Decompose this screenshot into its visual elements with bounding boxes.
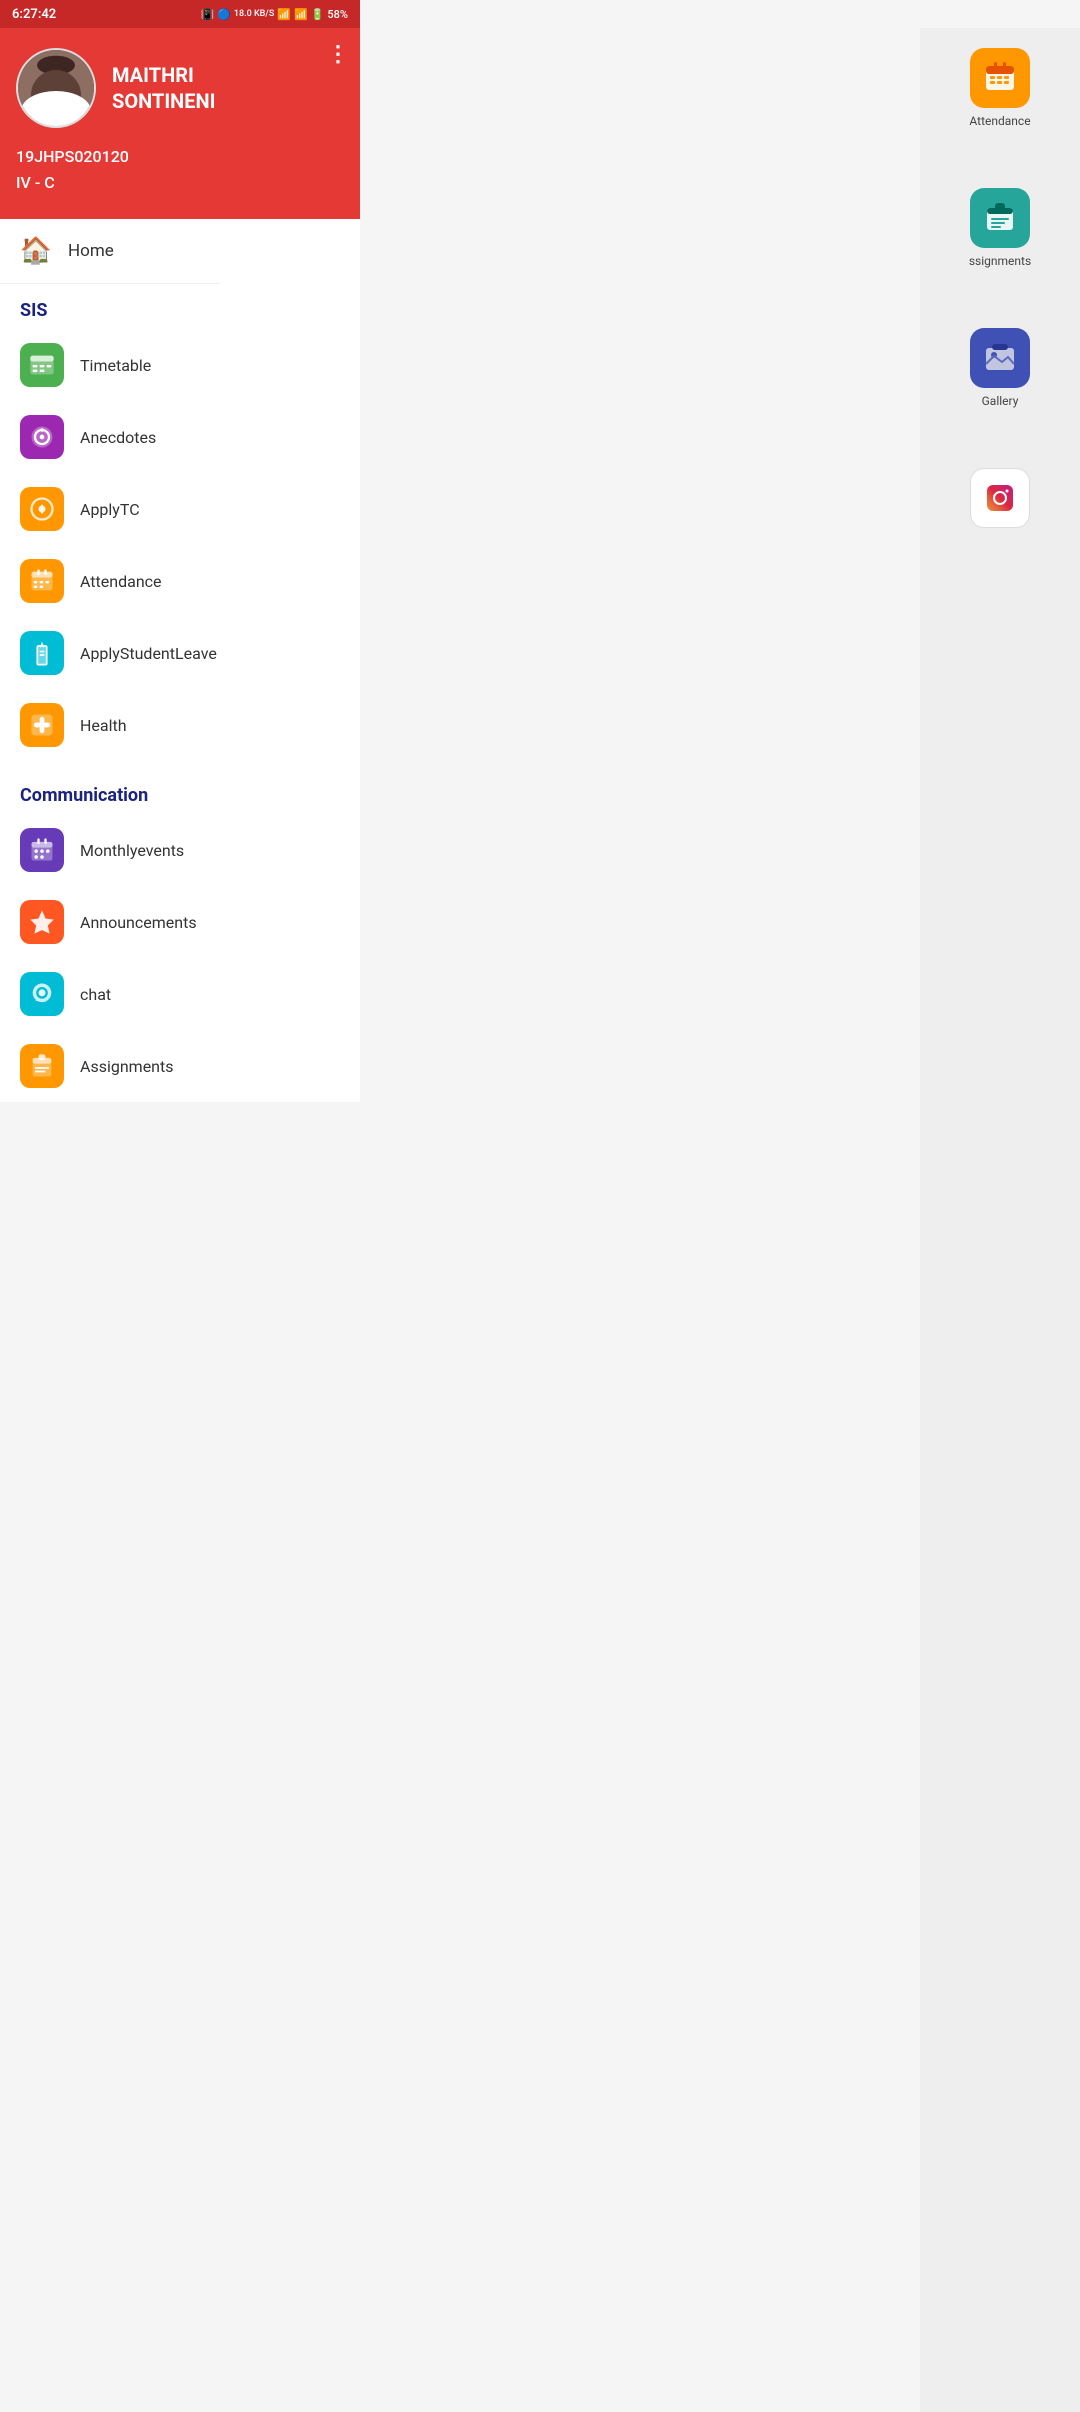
assignments-nav-item[interactable]: Assignments xyxy=(0,1030,220,1102)
assignments-bg-label: ssignments xyxy=(969,254,1031,268)
profile-name-line1: MAITHRI xyxy=(112,62,216,88)
profile-top: MAITHRI SONTINENI xyxy=(16,48,344,128)
chat-icon xyxy=(20,972,64,1016)
monthlyevents-icon-svg xyxy=(28,836,56,864)
main-content: 🏠 Home SIS Timetable xyxy=(0,219,360,1102)
wifi-icon: 📶 xyxy=(277,8,291,21)
assignments-icon-svg xyxy=(28,1052,56,1080)
health-nav-item[interactable]: Health xyxy=(0,689,220,761)
profile-name-line2: SONTINENI xyxy=(112,88,216,114)
monthlyevents-label: Monthlyevents xyxy=(80,841,184,860)
announcements-icon-svg xyxy=(28,908,56,936)
profile-header: MAITHRI SONTINENI 19JHPS020120 IV - C xyxy=(0,28,360,219)
profile-id: 19JHPS020120 xyxy=(16,144,344,170)
right-panel-assignments[interactable]: ssignments xyxy=(969,188,1031,268)
gallery-bg-label: Gallery xyxy=(982,394,1019,408)
avatar-image xyxy=(18,50,94,126)
bluetooth-icon: 🔵 xyxy=(217,8,231,21)
more-options-icon[interactable]: ⋮ xyxy=(327,42,350,67)
timetable-icon xyxy=(20,343,64,387)
applytc-nav-item[interactable]: i ApplyTC xyxy=(0,473,220,545)
attendance-icon xyxy=(20,559,64,603)
status-icons: 📳 🔵 18.0 KB/S 📶 📶 🔋 58% xyxy=(200,8,348,21)
attendance-icon-svg xyxy=(28,567,56,595)
applytc-icon: i xyxy=(20,487,64,531)
announcements-nav-item[interactable]: Announcements xyxy=(0,886,220,958)
attendance-label: Attendance xyxy=(80,572,162,591)
right-background-panel: Attendance ssignments Gallery xyxy=(920,28,1080,2412)
right-panel-gallery[interactable]: Gallery xyxy=(970,328,1030,408)
gallery-icon-svg xyxy=(982,340,1018,376)
signal-icon: 📶 xyxy=(294,8,308,21)
applyleave-label: ApplyStudentLeave xyxy=(80,644,217,663)
right-panel-instagram[interactable] xyxy=(970,468,1030,528)
svg-text:i: i xyxy=(40,503,43,517)
applyleave-nav-item[interactable]: ApplyStudentLeave xyxy=(0,617,220,689)
health-label: Health xyxy=(80,716,127,735)
assignments-label: Assignments xyxy=(80,1057,174,1076)
avatar-svg xyxy=(18,50,94,126)
applyleave-icon xyxy=(20,631,64,675)
anecdotes-icon-svg xyxy=(28,423,56,451)
chat-nav-item[interactable]: chat xyxy=(0,958,220,1030)
timetable-icon-svg xyxy=(28,351,56,379)
status-bar: 6:27:42 📳 🔵 18.0 KB/S 📶 📶 🔋 58% xyxy=(0,0,360,28)
sis-title: SIS xyxy=(20,300,47,321)
attendance-nav-item[interactable]: Attendance xyxy=(0,545,220,617)
timetable-nav-item[interactable]: Timetable xyxy=(0,329,220,401)
sis-section-header: SIS xyxy=(0,284,220,329)
profile-name-block: MAITHRI SONTINENI xyxy=(112,62,216,114)
monthlyevents-icon xyxy=(20,828,64,872)
vibrate-icon: 📳 xyxy=(200,8,214,21)
chat-label: chat xyxy=(80,985,111,1004)
health-icon xyxy=(20,703,64,747)
anecdotes-label: Anecdotes xyxy=(80,428,156,447)
anecdotes-icon xyxy=(20,415,64,459)
attendance-bg-icon xyxy=(970,48,1030,108)
communication-title: Communication xyxy=(20,785,148,806)
profile-class: IV - C xyxy=(16,170,344,196)
instagram-icon-svg xyxy=(982,480,1018,516)
battery-percent: 58% xyxy=(327,8,348,21)
home-nav-item[interactable]: 🏠 Home xyxy=(0,219,220,284)
assignments-icon-svg xyxy=(982,200,1018,236)
home-label: Home xyxy=(68,241,114,261)
attendance-icon-svg xyxy=(982,60,1018,96)
right-panel-attendance[interactable]: Attendance xyxy=(969,48,1030,128)
communication-section-header: Communication xyxy=(0,769,220,814)
chat-icon-svg xyxy=(28,980,56,1008)
assignments-bg-icon xyxy=(970,188,1030,248)
assignments-icon xyxy=(20,1044,64,1088)
instagram-bg-icon xyxy=(970,468,1030,528)
timetable-label: Timetable xyxy=(80,356,151,375)
avatar xyxy=(16,48,96,128)
attendance-bg-label: Attendance xyxy=(969,114,1030,128)
battery-icon: 🔋 xyxy=(311,8,325,21)
data-speed: 18.0 KB/S xyxy=(234,9,274,19)
applytc-label: ApplyTC xyxy=(80,500,140,519)
house-icon: 🏠 xyxy=(20,236,52,266)
announcements-icon xyxy=(20,900,64,944)
applyleave-icon-svg xyxy=(28,639,56,667)
health-icon-svg xyxy=(28,711,56,739)
gallery-bg-icon xyxy=(970,328,1030,388)
status-time: 6:27:42 xyxy=(12,7,56,22)
left-drawer: 🏠 Home SIS Timetable xyxy=(0,219,220,1102)
announcements-label: Announcements xyxy=(80,913,197,932)
home-icon: 🏠 xyxy=(20,235,52,267)
applytc-icon-svg: i xyxy=(28,495,56,523)
monthlyevents-nav-item[interactable]: Monthlyevents xyxy=(0,814,220,886)
anecdotes-nav-item[interactable]: Anecdotes xyxy=(0,401,220,473)
